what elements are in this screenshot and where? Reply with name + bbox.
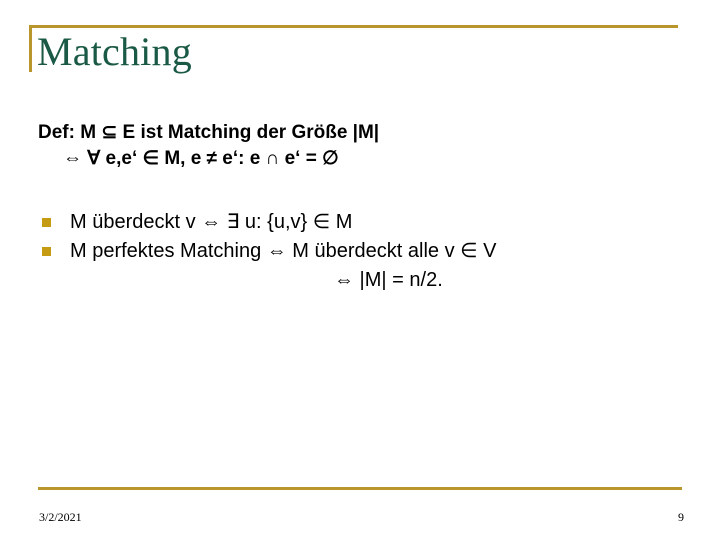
list-item-continuation: ⇔ |M| = n/2.: [38, 266, 688, 295]
slide-canvas: Matching Def: M ⊆ E ist Matching der Grö…: [0, 0, 720, 540]
list-item: M überdeckt v ⇔ ∃ u: {u,v} ∈ M: [38, 208, 688, 237]
list-item: M perfektes Matching ⇔ M überdeckt alle …: [38, 237, 688, 266]
slide-body: Def: M ⊆ E ist Matching der Größe |M| ⇔ …: [38, 120, 688, 295]
footer-date: 3/2/2021: [39, 510, 82, 524]
title-vertical-accent-bar: [29, 25, 32, 72]
continuation-label: ⇔ |M| = n/2.: [334, 269, 443, 291]
list-item-label: M perfektes Matching ⇔ M überdeckt alle …: [70, 240, 497, 262]
square-bullet-icon: [42, 218, 51, 227]
list-item-label: M überdeckt v ⇔ ∃ u: {u,v} ∈ M: [70, 211, 353, 233]
footer-page-number: 9: [678, 510, 684, 524]
square-bullet-icon: [42, 247, 51, 256]
page-title: Matching: [37, 29, 192, 74]
bullet-list: M überdeckt v ⇔ ∃ u: {u,v} ∈ M M perfekt…: [38, 208, 688, 295]
definition-line-2: ⇔ ∀ e,e‘ ∈ M, e ≠ e‘: e ∩ e‘ = ∅: [63, 148, 339, 169]
definition-line-1: Def: M ⊆ E ist Matching der Größe |M|: [38, 122, 380, 143]
footer-horizontal-rule: [38, 487, 682, 490]
